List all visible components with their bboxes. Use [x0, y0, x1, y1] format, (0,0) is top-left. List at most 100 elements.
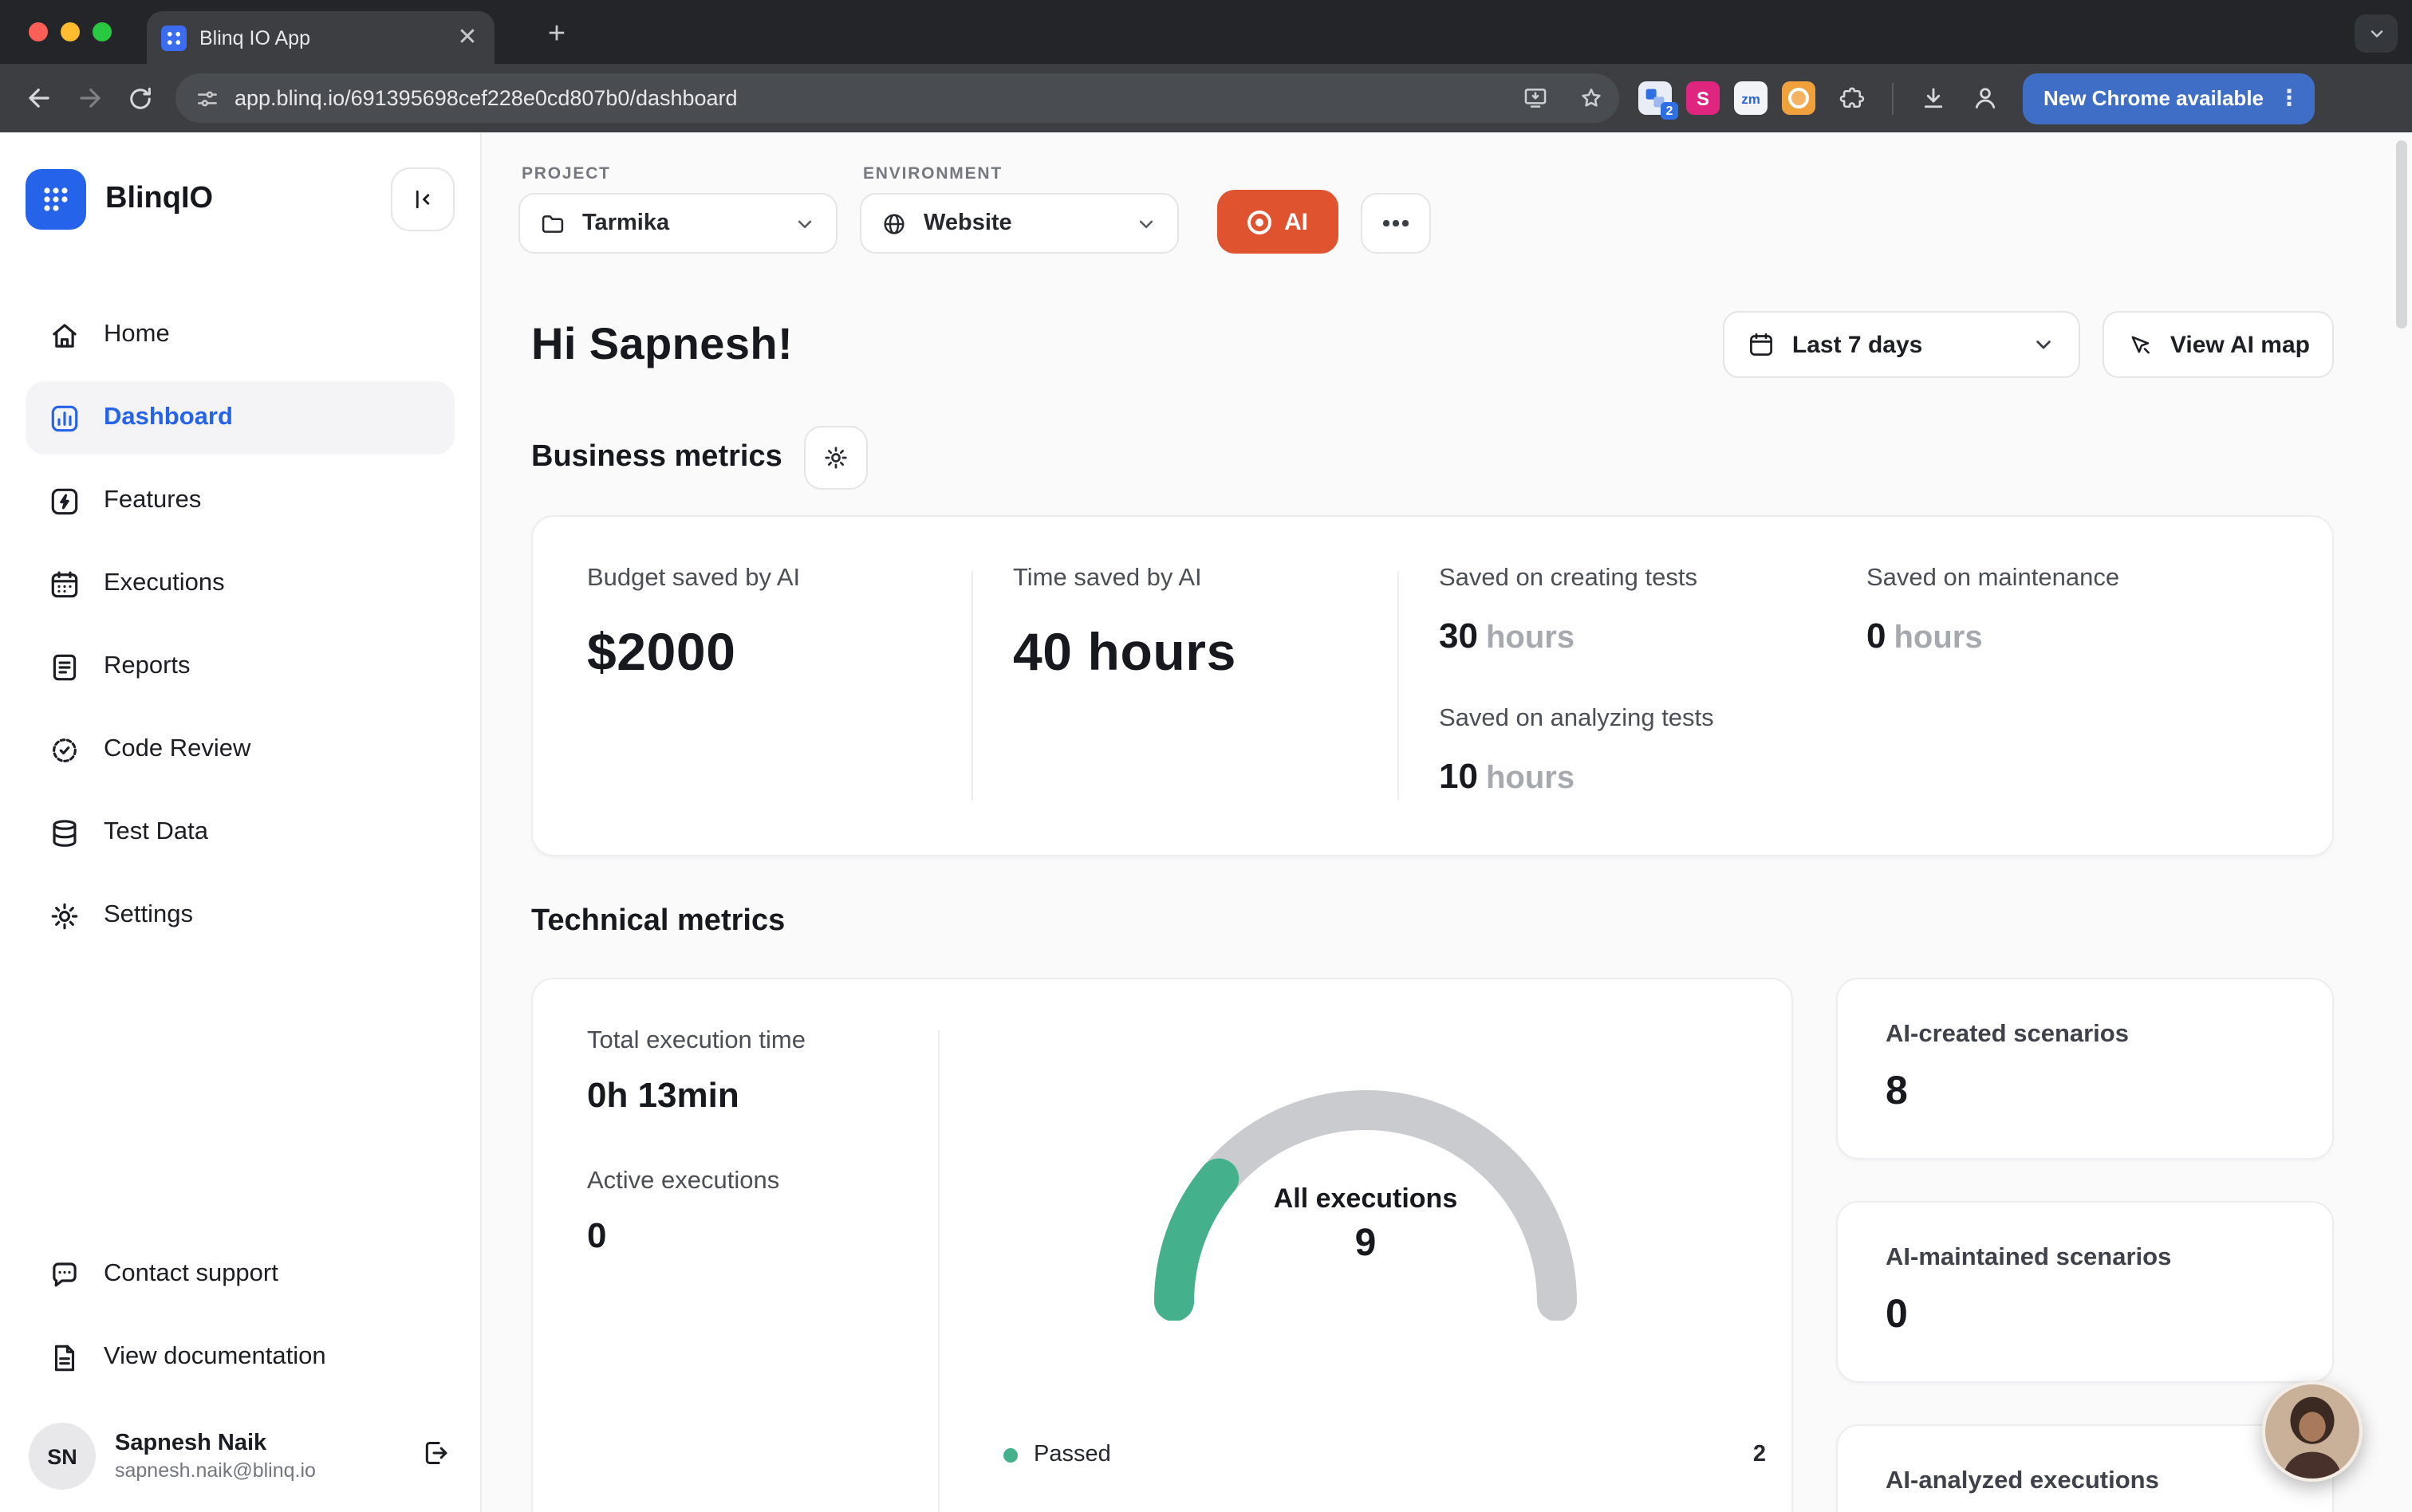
brand-name: BlinqIO [105, 182, 213, 217]
url-text: app.blinq.io/691395698cef228e0cd807b0/da… [235, 86, 1500, 110]
tab-title: Blinq IO App [199, 26, 442, 49]
tab-search-button[interactable] [2355, 14, 2398, 53]
sidebar-item-reports[interactable]: Reports [26, 630, 455, 703]
gear-icon [822, 443, 851, 472]
date-range-select[interactable]: Last 7 days [1724, 311, 2081, 378]
sidebar-item-dashboard[interactable]: Dashboard [26, 381, 455, 455]
user-email: sapnesh.naik@blinq.io [115, 1460, 316, 1482]
dashboard-content: Hi Sapnesh! Last 7 days [482, 311, 2412, 1512]
chevron-down-icon [2367, 24, 2386, 43]
zoom-window-button[interactable] [93, 22, 112, 41]
profile-icon[interactable] [1961, 74, 2008, 122]
sidebar-item-features[interactable]: Features [26, 464, 455, 537]
ai-button[interactable]: AI [1217, 190, 1338, 254]
gauge-label: All executions [1126, 1183, 1605, 1215]
chevron-down-icon [2032, 332, 2057, 357]
presenter-photo [2265, 1384, 2359, 1479]
sidebar-item-executions[interactable]: Executions [26, 547, 455, 620]
sidebar-item-label: View documentation [104, 1343, 326, 1372]
contact-support-link[interactable]: Contact support [26, 1238, 455, 1311]
test-data-icon [46, 815, 81, 850]
sidebar-item-label: Reports [104, 652, 191, 681]
logout-icon[interactable] [420, 1436, 451, 1476]
minimize-window-button[interactable] [61, 22, 80, 41]
address-bar[interactable]: app.blinq.io/691395698cef228e0cd807b0/da… [175, 73, 1619, 123]
extensions-puzzle-icon[interactable] [1828, 74, 1876, 122]
technical-metrics-row: Total execution time 0h 13min Active exe… [531, 978, 2334, 1512]
business-metrics-title: Business metrics [531, 440, 782, 475]
user-profile[interactable]: SN Sapnesh Naik sapnesh.naik@blinq.io [26, 1404, 455, 1499]
technical-metrics-title: Technical metrics [531, 904, 2334, 939]
install-app-icon[interactable] [1514, 77, 1555, 119]
browser-chrome: Blinq IO App ✕ + app.blinq.io/691 [0, 0, 2412, 132]
browser-tab[interactable]: Blinq IO App ✕ [147, 11, 495, 64]
view-ai-map-label: View AI map [2170, 331, 2310, 358]
sidebar-item-label: Test Data [104, 818, 208, 847]
more-options-button[interactable] [1361, 193, 1431, 254]
collapse-left-icon [408, 185, 437, 214]
metric-label: Saved on maintenance [1866, 565, 2332, 593]
user-name: Sapnesh Naik [115, 1430, 316, 1456]
floating-presenter-avatar[interactable] [2262, 1381, 2363, 1482]
metric-value: 0h 13min [587, 1075, 938, 1116]
page-scrollbar-thumb[interactable] [2396, 140, 2407, 329]
reload-button[interactable] [116, 74, 164, 122]
browser-toolbar: app.blinq.io/691395698cef228e0cd807b0/da… [0, 64, 2412, 132]
metric-label: Budget saved by AI [587, 565, 972, 593]
project-value: Tarmika [582, 211, 669, 236]
view-documentation-link[interactable]: View documentation [26, 1321, 455, 1394]
business-metrics-card: Budget saved by AI $2000 Time saved by A… [531, 515, 2334, 856]
metric-label: Time saved by AI [1013, 565, 1397, 593]
bookmark-star-icon[interactable] [1570, 77, 1611, 119]
sidebar-item-label: Dashboard [104, 404, 233, 432]
extension-honey-icon[interactable] [1782, 81, 1815, 115]
extension-s-icon[interactable]: S [1686, 81, 1720, 115]
site-settings-icon[interactable] [195, 85, 220, 111]
extension-zm-icon[interactable]: zm [1734, 81, 1768, 115]
calendar-icon [1748, 330, 1776, 359]
features-icon [46, 483, 81, 518]
sidebar-item-label: Code Review [104, 735, 250, 764]
new-chrome-label: New Chrome available [2044, 86, 2264, 110]
environment-select[interactable]: Website [860, 193, 1179, 254]
chrome-menu-icon[interactable]: ⋮ [2278, 85, 2300, 112]
chevron-down-icon [1134, 211, 1158, 235]
sidebar-item-code-review[interactable]: Code Review [26, 713, 455, 786]
blinqio-logo-icon [26, 169, 86, 230]
sidebar-item-settings[interactable]: Settings [26, 879, 455, 952]
saved-creating-metric: Saved on creating tests 30hours [1439, 565, 1827, 657]
environment-value: Website [924, 211, 1012, 236]
new-tab-button[interactable]: + [536, 14, 577, 56]
extension-badge: 2 [1661, 102, 1678, 120]
tests-saved-metrics: Saved on creating tests 30hours Saved on… [1399, 565, 1827, 807]
metric-label: Active executions [587, 1167, 938, 1196]
metric-label: Saved on creating tests [1439, 565, 1827, 593]
metric-label: AI-maintained scenarios [1886, 1244, 2284, 1273]
close-window-button[interactable] [29, 22, 48, 41]
sidebar-item-test-data[interactable]: Test Data [26, 796, 455, 869]
view-ai-map-button[interactable]: View AI map [2103, 311, 2334, 378]
chat-icon [46, 1257, 81, 1292]
sidebar-nav: Home Dashboard Features [26, 298, 455, 952]
gauge-chart: All executions 9 [1126, 1065, 1605, 1321]
tab-close-icon[interactable]: ✕ [455, 26, 480, 49]
reports-icon [46, 649, 81, 684]
legend-value: 2 [1753, 1442, 1766, 1467]
sidebar-collapse-button[interactable] [391, 167, 455, 231]
new-chrome-available-button[interactable]: New Chrome available ⋮ [2023, 73, 2315, 124]
metrics-settings-button[interactable] [805, 426, 869, 490]
dashboard-icon [46, 400, 81, 435]
project-select[interactable]: Tarmika [518, 193, 838, 254]
sidebar-item-label: Settings [104, 901, 193, 930]
sidebar-item-home[interactable]: Home [26, 298, 455, 372]
record-icon [1247, 210, 1271, 234]
ai-maintained-scenarios-card: AI-maintained scenarios 0 [1836, 1201, 2334, 1383]
downloads-icon[interactable] [1910, 74, 1957, 122]
page-title: Hi Sapnesh! [531, 319, 793, 370]
metric-value: 0 [1886, 1292, 2284, 1338]
metric-value: 0 [587, 1215, 938, 1257]
forward-button[interactable] [65, 74, 113, 122]
back-button[interactable] [14, 74, 62, 122]
time-saved-metric: Time saved by AI 40 hours [973, 565, 1397, 807]
extension-grid-icon[interactable]: 2 [1638, 81, 1672, 115]
